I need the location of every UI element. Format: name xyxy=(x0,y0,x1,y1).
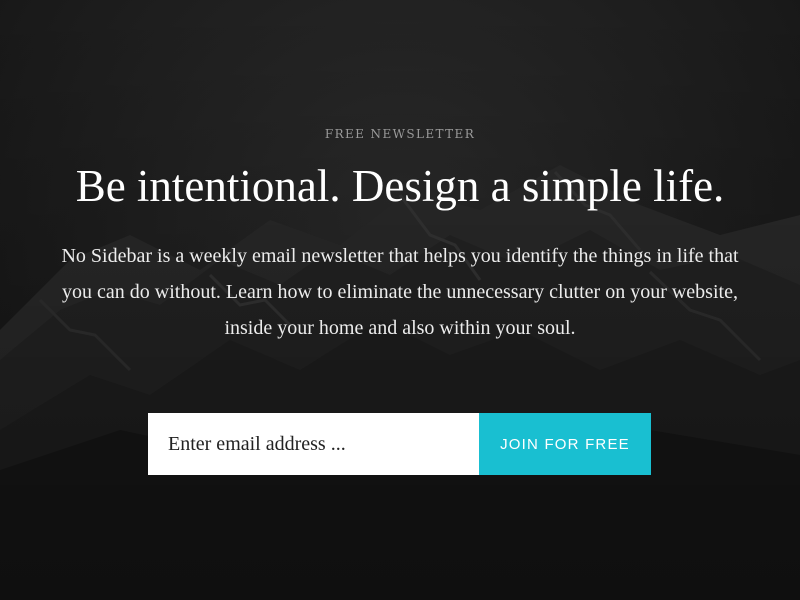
newsletter-eyebrow: FREE NEWSLETTER xyxy=(324,127,476,141)
newsletter-description: No Sidebar is a weekly email newsletter … xyxy=(61,245,739,339)
newsletter-content: FREE NEWSLETTER Be intentional. Design a… xyxy=(0,0,800,600)
newsletter-hero: FREE NEWSLETTER Be intentional. Design a… xyxy=(0,0,800,600)
email-field[interactable] xyxy=(148,413,479,475)
newsletter-headline: Be intentional. Design a simple life. xyxy=(75,161,725,211)
join-button[interactable]: JOIN FOR FREE xyxy=(479,413,651,475)
newsletter-signup-form: JOIN FOR FREE xyxy=(148,413,651,475)
